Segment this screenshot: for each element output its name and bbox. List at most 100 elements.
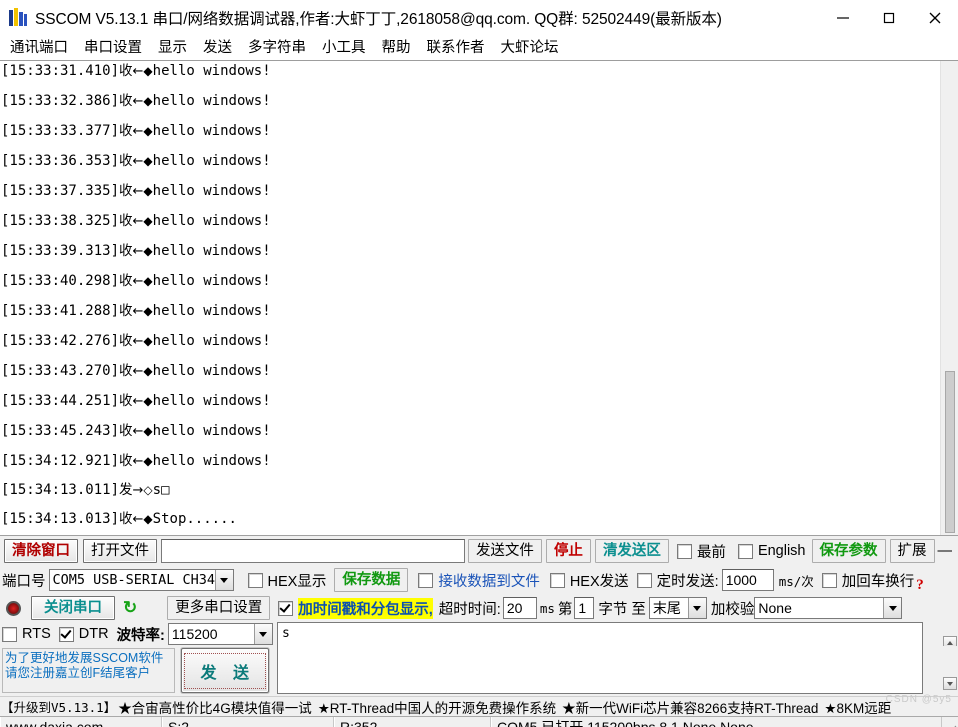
timed-send-checkbox-box[interactable] bbox=[636, 572, 652, 588]
log-line-direction: 收 bbox=[119, 243, 133, 259]
receive-log-text[interactable]: [15:33:31.410]收←◆hello windows! [15:33:32… bbox=[0, 53, 940, 535]
log-line-arrow-icon: → bbox=[132, 483, 144, 498]
rts-checkbox-box[interactable] bbox=[2, 626, 17, 642]
recv-to-file-checkbox[interactable]: 接收数据到文件 bbox=[418, 570, 540, 591]
append-crlf-checkbox[interactable]: 加回车换行 bbox=[821, 570, 914, 591]
hex-send-checkbox-box[interactable] bbox=[549, 572, 565, 588]
send-text-input[interactable]: s bbox=[277, 622, 923, 646]
timeout-label: 超时时间: bbox=[438, 601, 501, 618]
save-params-button[interactable]: 保存参数 bbox=[811, 539, 886, 563]
refresh-icon[interactable]: ↻ bbox=[123, 598, 137, 618]
clear-window-button[interactable]: 清除窗口 bbox=[4, 539, 78, 563]
timestamp-checkbox-box[interactable] bbox=[278, 600, 294, 616]
title-bar: SSCOM V5.13.1 串口/网络数据调试器,作者:大虾丁丁,2618058… bbox=[0, 0, 958, 36]
checksum-select-value: None bbox=[758, 600, 792, 616]
send-area-scrollbar-lower[interactable] bbox=[941, 646, 958, 696]
close-button[interactable] bbox=[912, 0, 958, 36]
maximize-button[interactable] bbox=[866, 0, 912, 36]
topmost-checkbox-box[interactable] bbox=[676, 543, 692, 559]
byte-index-input[interactable]: 1 bbox=[574, 597, 595, 619]
log-line-marker-icon: ◆ bbox=[143, 512, 153, 526]
log-line: [15:34:13.013]收←◆Stop...... bbox=[0, 505, 940, 534]
log-line-payload: hello windows! bbox=[152, 273, 271, 289]
log-line-arrow-icon: ← bbox=[132, 64, 144, 79]
scroll-down-arrow-icon[interactable] bbox=[943, 677, 957, 690]
log-line-timestamp: [15:33:43.270] bbox=[1, 363, 120, 379]
log-vertical-scrollbar[interactable] bbox=[940, 61, 958, 535]
log-line-direction: 收 bbox=[119, 363, 133, 379]
file-path-input[interactable] bbox=[161, 539, 465, 563]
byte-end-select-value: 末尾 bbox=[652, 600, 681, 616]
chevron-down-icon[interactable] bbox=[214, 570, 233, 590]
recv-to-file-checkbox-box[interactable] bbox=[418, 572, 434, 588]
append-crlf-checkbox-box[interactable] bbox=[821, 572, 837, 588]
timed-send-interval-input[interactable]: 1000 bbox=[721, 569, 774, 591]
log-line-timestamp: [15:33:31.410] bbox=[1, 63, 120, 79]
log-line: [15:33:37.335]收←◆hello windows! bbox=[0, 176, 940, 206]
log-line-payload: Stop...... bbox=[152, 511, 237, 527]
log-line-payload: s□ bbox=[152, 482, 170, 498]
banner-upgrade-label[interactable]: 【升级到V5.13.1】 bbox=[1, 697, 116, 716]
banner-item-3[interactable]: ★8KM远距 bbox=[824, 697, 891, 716]
log-line: [15:33:31.410]收←◆hello windows! bbox=[0, 56, 940, 86]
chevron-down-icon[interactable] bbox=[883, 598, 902, 618]
save-data-button[interactable]: 保存数据 bbox=[334, 568, 409, 592]
baud-select[interactable]: 115200 bbox=[167, 623, 273, 645]
hex-display-checkbox-box[interactable] bbox=[247, 572, 263, 588]
banner-item-1[interactable]: ★RT-Thread中国人的开源免费操作系统 bbox=[318, 697, 556, 716]
byte-end-select[interactable]: 末尾 bbox=[648, 597, 707, 619]
log-line-arrow-icon: ← bbox=[132, 274, 144, 289]
log-line-marker-icon: ◆ bbox=[143, 214, 153, 228]
dtr-checkbox-box[interactable] bbox=[58, 626, 74, 642]
hex-send-label: HEX发送 bbox=[569, 573, 629, 590]
extend-button[interactable]: 扩展 bbox=[889, 539, 935, 563]
send-button[interactable]: 发 送 bbox=[180, 648, 269, 693]
banner-item-0[interactable]: ★合宙高性价比4G模块值得一试 bbox=[118, 697, 312, 716]
hex-display-checkbox[interactable]: HEX显示 bbox=[247, 570, 326, 591]
timestamp-checkbox[interactable]: 加时间戳和分包显示, bbox=[278, 597, 433, 619]
open-file-button[interactable]: 打开文件 bbox=[83, 539, 157, 563]
log-line-direction: 收 bbox=[119, 93, 133, 109]
log-line-marker-icon: ◆ bbox=[143, 154, 153, 168]
stop-button[interactable]: 停止 bbox=[545, 539, 591, 563]
promo-line-1: 为了更好地发展SSCOM软件 bbox=[5, 651, 164, 665]
rts-checkbox[interactable]: RTS bbox=[2, 626, 51, 642]
status-website[interactable]: www.daxia.com bbox=[0, 717, 162, 727]
log-line-direction: 收 bbox=[119, 273, 133, 289]
log-line-payload: hello windows! bbox=[152, 243, 271, 259]
timeout-input[interactable]: 20 bbox=[502, 597, 537, 619]
close-port-button[interactable]: 关闭串口 bbox=[31, 596, 115, 620]
promo-banner[interactable]: 【升级到V5.13.1】 ★合宙高性价比4G模块值得一试 ★RT-Thread中… bbox=[0, 696, 958, 716]
send-row: 为了更好地发展SSCOM软件 请您注册嘉立创F结尾客户 发 送 bbox=[0, 646, 958, 696]
english-checkbox-box[interactable] bbox=[737, 543, 753, 559]
log-line-marker-icon: ◆ bbox=[143, 124, 153, 138]
send-file-button[interactable]: 发送文件 bbox=[467, 539, 542, 563]
log-line-arrow-icon: ← bbox=[132, 424, 144, 439]
log-scroll-thumb[interactable] bbox=[945, 371, 955, 533]
timed-send-checkbox[interactable]: 定时发送: bbox=[636, 570, 719, 591]
checksum-select[interactable]: None bbox=[754, 597, 903, 619]
chevron-down-icon[interactable] bbox=[253, 624, 272, 644]
dtr-checkbox[interactable]: DTR bbox=[58, 626, 109, 642]
hex-send-checkbox[interactable]: HEX发送 bbox=[549, 570, 629, 591]
collapse-button[interactable]: — bbox=[938, 543, 953, 559]
send-text-input-body[interactable] bbox=[277, 646, 923, 694]
more-port-settings-button[interactable]: 更多串口设置 bbox=[167, 596, 271, 620]
log-line: [15:33:36.353]收←◆hello windows! bbox=[0, 146, 940, 176]
clear-send-area-button[interactable]: 清发送区 bbox=[594, 539, 669, 563]
port-select[interactable]: COM5 USB-SERIAL CH340 bbox=[48, 569, 234, 591]
promo-text-box[interactable]: 为了更好地发展SSCOM软件 请您注册嘉立创F结尾客户 bbox=[2, 648, 175, 693]
english-checkbox[interactable]: English bbox=[737, 543, 806, 559]
log-line-payload: hello windows! bbox=[152, 123, 271, 139]
resize-grip-icon[interactable] bbox=[942, 717, 958, 727]
banner-item-2[interactable]: ★新一代WiFi芯片兼容8266支持RT-Thread bbox=[562, 697, 818, 716]
minimize-button[interactable] bbox=[820, 0, 866, 36]
window-title: SSCOM V5.13.1 串口/网络数据调试器,作者:大虾丁丁,2618058… bbox=[35, 11, 722, 28]
log-line-arrow-icon: ← bbox=[132, 94, 144, 109]
port-select-value: COM5 USB-SERIAL CH340 bbox=[52, 572, 215, 588]
chevron-down-icon[interactable] bbox=[687, 598, 706, 618]
status-sent-count: S:2 bbox=[162, 717, 334, 727]
log-line: [15:33:42.276]收←◆hello windows! bbox=[0, 326, 940, 356]
help-question-icon[interactable]: ? bbox=[916, 577, 924, 594]
topmost-checkbox[interactable]: 最前 bbox=[676, 541, 726, 562]
